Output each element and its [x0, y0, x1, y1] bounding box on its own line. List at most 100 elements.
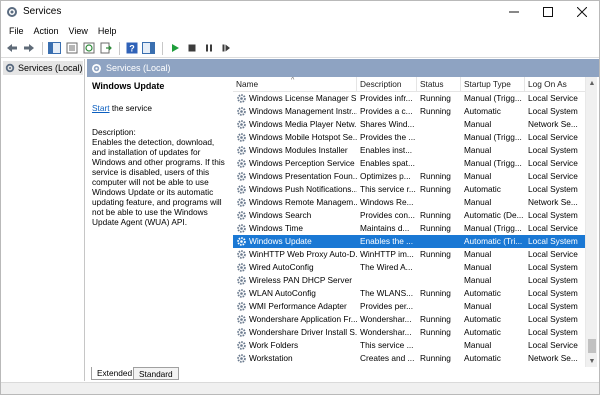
menu-action[interactable]: Action	[29, 26, 64, 36]
restart-service-button[interactable]	[218, 41, 233, 56]
tab-extended[interactable]: Extended	[91, 367, 139, 380]
tree-item-label: Services (Local)	[18, 63, 83, 73]
service-status: Running	[420, 184, 451, 194]
minimize-button[interactable]	[497, 1, 531, 23]
scrollbar-thumb[interactable]	[588, 339, 596, 353]
toolbar-separator	[119, 41, 120, 55]
table-row[interactable]: Windows Time Maintains d... Running Manual …	[233, 222, 585, 235]
column-header-label: Description	[360, 79, 402, 89]
service-detail-panel: Windows Update Start the service Descrip…	[87, 77, 233, 367]
column-header-name[interactable]: ^ Name	[233, 77, 357, 92]
vertical-scrollbar[interactable]: ▲ ▼	[585, 77, 597, 367]
service-name: Windows Update	[249, 236, 312, 246]
table-row[interactable]: Wireless PAN DHCP Server Manual Local Syst…	[233, 274, 585, 287]
show-hide-button[interactable]	[141, 41, 156, 56]
service-status	[417, 274, 461, 287]
service-status	[417, 235, 461, 248]
table-row[interactable]: Work Folders This service ... Manual Local …	[233, 339, 585, 352]
pane-header-title: Services (Local)	[106, 63, 171, 73]
service-log-on-as: Local Service	[528, 249, 578, 259]
table-row[interactable]: WinHTTP Web Proxy Auto-D... WinHTTP im...…	[233, 248, 585, 261]
service-log-on-as: Local System	[528, 106, 578, 116]
service-name: Windows Perception Service	[249, 158, 355, 168]
service-startup-type: Manual (Trigg...	[464, 132, 522, 142]
forward-button[interactable]	[21, 41, 36, 56]
tree-item-services-local[interactable]: Services (Local)	[3, 61, 83, 75]
table-row[interactable]: Windows Update Enables the ... Automatic (…	[233, 235, 585, 248]
column-header-startup-type[interactable]: Startup Type	[461, 77, 525, 92]
table-row[interactable]: Windows Push Notifications... This servic…	[233, 183, 585, 196]
column-header-log-on-as[interactable]: Log On As	[525, 77, 585, 92]
service-status: Running	[420, 327, 451, 337]
service-log-on-as: Local Service	[528, 93, 578, 103]
service-name: WinHTTP Web Proxy Auto-D...	[249, 249, 357, 259]
service-description: Provides the ...	[360, 132, 416, 142]
stop-service-button[interactable]	[184, 41, 199, 56]
menu-view[interactable]: View	[64, 26, 93, 36]
table-row[interactable]: WLAN AutoConfig The WLANS... Running Automa…	[233, 287, 585, 300]
service-name: Windows Media Player Netw...	[249, 119, 357, 129]
table-row[interactable]: Windows Management Instr... Provides a c.…	[233, 105, 585, 118]
pane-header: Services (Local)	[87, 59, 599, 77]
service-status	[417, 131, 461, 144]
table-row[interactable]: Workstation Creates and ... Running Automat…	[233, 352, 585, 365]
service-startup-type: Manual	[464, 249, 492, 259]
table-row[interactable]: Windows Remote Managem... Windows Re... Ma…	[233, 196, 585, 209]
service-status	[417, 261, 461, 274]
help-icon: ?	[126, 42, 137, 54]
services-window: Services File Action View Help ? Service…	[0, 0, 600, 395]
menu-file[interactable]: File	[4, 26, 29, 36]
close-button[interactable]	[565, 1, 599, 23]
scroll-down-arrow-icon[interactable]: ▼	[586, 355, 598, 367]
service-log-on-as: Local System	[528, 288, 578, 298]
export-list-button[interactable]	[98, 41, 113, 56]
maximize-button[interactable]	[531, 1, 565, 23]
service-log-on-as: Local Service	[528, 132, 578, 142]
refresh-button[interactable]	[81, 41, 96, 56]
service-startup-type: Manual	[464, 197, 492, 207]
tab-standard[interactable]: Standard	[133, 367, 179, 380]
window-title: Services	[23, 6, 62, 17]
table-row[interactable]: Windows Presentation Foun... Optimizes p.…	[233, 170, 585, 183]
console-tree-icon	[48, 42, 61, 54]
table-row[interactable]: Wondershare Driver Install S... Wondersha…	[233, 326, 585, 339]
pause-service-button[interactable]	[201, 41, 216, 56]
table-row[interactable]: Windows Search Provides con... Running Auto…	[233, 209, 585, 222]
help-button[interactable]: ?	[124, 41, 139, 56]
table-row[interactable]: Windows Mobile Hotspot Se... Provides the…	[233, 131, 585, 144]
show-hide-icon	[142, 42, 155, 54]
service-status	[417, 157, 461, 170]
scroll-up-arrow-icon[interactable]: ▲	[586, 77, 598, 89]
start-service-link[interactable]: Start	[92, 103, 110, 113]
service-startup-type: Manual	[464, 145, 492, 155]
start-service-button[interactable]	[167, 41, 182, 56]
table-row[interactable]: Windows Media Player Netw... Shares Wind.…	[233, 118, 585, 131]
back-arrow-icon	[6, 44, 17, 52]
menu-help[interactable]: Help	[93, 26, 122, 36]
service-log-on-as: Local Service	[528, 171, 578, 181]
service-startup-type: Automatic	[464, 314, 501, 324]
table-row[interactable]: WMI Performance Adapter Provides per... Ma…	[233, 300, 585, 313]
table-row[interactable]: Wondershare Application Fr... Wondershar.…	[233, 313, 585, 326]
service-status: Running	[420, 106, 451, 116]
table-row[interactable]: Wired AutoConfig The Wired A... Manual Loca…	[233, 261, 585, 274]
service-name: Windows Search	[249, 210, 312, 220]
title-bar[interactable]: Services	[1, 1, 599, 23]
table-row[interactable]: Windows Perception Service Enables spat..…	[233, 157, 585, 170]
menu-bar: File Action View Help	[1, 23, 599, 39]
back-button[interactable]	[4, 41, 19, 56]
table-row[interactable]: Windows Modules Installer Enables inst...…	[233, 144, 585, 157]
properties-button[interactable]	[64, 41, 79, 56]
console-tree-button[interactable]	[47, 41, 62, 56]
column-header-status[interactable]: Status	[417, 77, 461, 92]
table-row[interactable]: Windows License Manager S... Provides inf…	[233, 92, 585, 105]
service-name: Wireless PAN DHCP Server	[249, 275, 352, 285]
toolbar: ?	[1, 39, 599, 58]
service-description	[357, 274, 417, 287]
column-header-description[interactable]: Description	[357, 77, 417, 92]
service-startup-type: Automatic	[464, 106, 501, 116]
service-name: Windows Management Instr...	[249, 106, 357, 116]
services-gear-icon	[7, 7, 17, 17]
service-log-on-as: Local System	[528, 184, 578, 194]
status-bar	[1, 382, 599, 394]
